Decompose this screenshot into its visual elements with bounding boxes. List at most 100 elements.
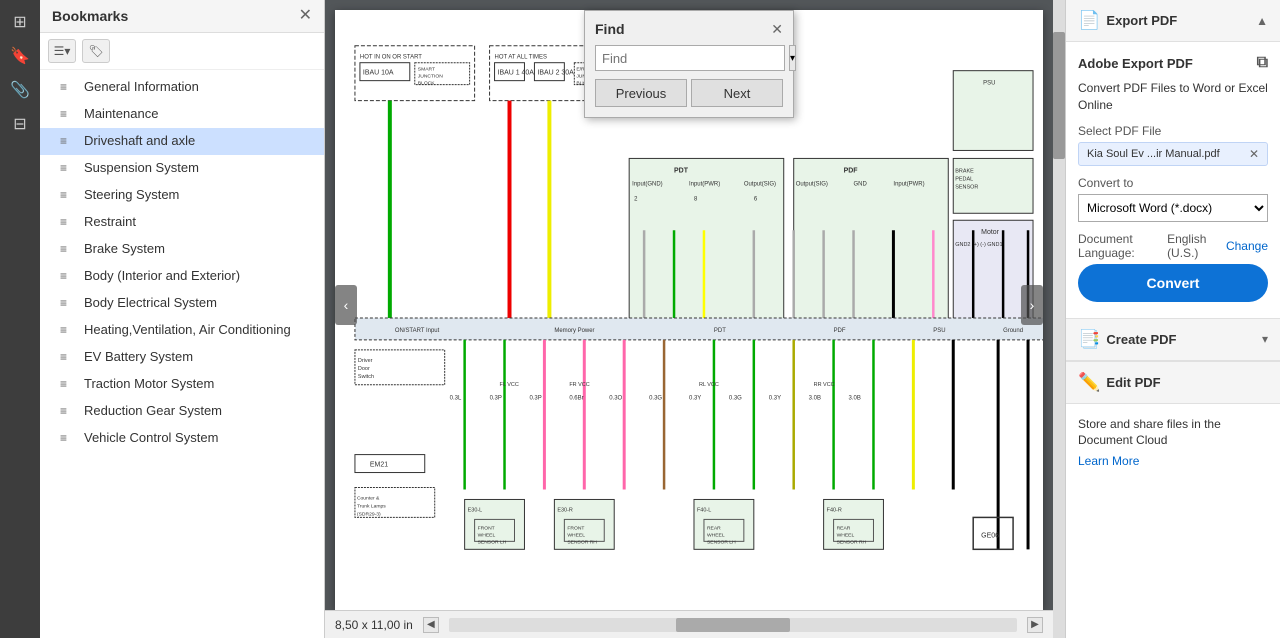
bookmark-item-icon: ≡ xyxy=(60,350,76,366)
copy-icon[interactable]: ⧉ xyxy=(1257,54,1268,72)
find-input[interactable] xyxy=(595,45,785,71)
svg-text:SENSOR: SENSOR xyxy=(955,184,978,190)
bookmarks-toolbar: ☰▾ 🏷 xyxy=(40,33,324,70)
bookmark-item-label: Body (Interior and Exterior) xyxy=(84,268,240,285)
svg-text:Input(GND): Input(GND) xyxy=(632,181,663,187)
export-pdf-header[interactable]: 📄 Export PDF ▲ xyxy=(1066,0,1280,42)
svg-text:0.3G: 0.3G xyxy=(649,396,662,402)
export-pdf-chevron: ▲ xyxy=(1256,14,1268,28)
bookmark-item[interactable]: ≡Driveshaft and axle xyxy=(40,128,324,155)
scroll-right-button[interactable]: ▶ xyxy=(1027,617,1043,633)
svg-text:REAR: REAR xyxy=(707,525,721,531)
vertical-scrollbar-thumb xyxy=(1053,32,1065,160)
bookmark-item-label: Vehicle Control System xyxy=(84,430,218,447)
svg-text:SENSOR LH: SENSOR LH xyxy=(707,539,736,545)
svg-text:Input(PWR): Input(PWR) xyxy=(893,181,924,187)
svg-text:IBAU 2 30A: IBAU 2 30A xyxy=(537,70,574,77)
svg-text:RL VCC: RL VCC xyxy=(699,382,719,388)
svg-text:PDT: PDT xyxy=(714,328,726,334)
bookmark-item-label: Maintenance xyxy=(84,106,158,123)
svg-text:SMART: SMART xyxy=(418,67,435,73)
change-language-link[interactable]: Change xyxy=(1226,239,1268,253)
create-pdf-icon: 📑 xyxy=(1078,329,1100,350)
svg-text:Driver: Driver xyxy=(358,358,373,364)
svg-text:PSU: PSU xyxy=(933,328,945,334)
page-size-label: 8,50 x 11,00 in xyxy=(335,618,413,632)
find-next-button[interactable]: Next xyxy=(691,79,783,107)
svg-text:Door: Door xyxy=(358,366,370,372)
svg-text:0.3Y: 0.3Y xyxy=(689,396,701,402)
convert-to-label: Convert to xyxy=(1078,176,1268,190)
cloud-section: Store and share files in the Document Cl… xyxy=(1066,404,1280,482)
svg-text:IBAU 1 40A: IBAU 1 40A xyxy=(498,70,535,77)
svg-text:HOT AT ALL TIMES: HOT AT ALL TIMES xyxy=(495,55,547,61)
bookmark-item-label: Heating,Ventilation, Air Conditioning xyxy=(84,322,291,339)
bookmark-item-label: Restraint xyxy=(84,214,136,231)
bookmark-item-icon: ≡ xyxy=(60,134,76,150)
bookmark-item[interactable]: ≡Restraint xyxy=(40,209,324,236)
scroll-left-button[interactable]: ◀ xyxy=(423,617,439,633)
pdf-content-area: Find ✕ ▾ Previous Next HOT IN ON OR S xyxy=(325,0,1053,610)
svg-text:WHEEL: WHEEL xyxy=(567,532,585,538)
bookmarks-title: Bookmarks xyxy=(52,8,128,24)
svg-text:Output(SIG): Output(SIG) xyxy=(744,181,776,187)
remove-file-button[interactable]: ✕ xyxy=(1249,147,1259,161)
bookmark-item[interactable]: ≡Body Electrical System xyxy=(40,290,324,317)
bookmarks-icon[interactable]: 🔖 xyxy=(6,42,34,70)
attachments-icon[interactable]: 📎 xyxy=(6,76,34,104)
svg-text:Memory Power: Memory Power xyxy=(554,328,594,334)
bookmark-item[interactable]: ≡Reduction Gear System xyxy=(40,398,324,425)
svg-text:BRAKE: BRAKE xyxy=(955,168,974,174)
layers-icon[interactable]: ⊟ xyxy=(6,110,34,138)
bookmark-item[interactable]: ≡General Information xyxy=(40,74,324,101)
close-bookmarks-button[interactable]: ✕ xyxy=(299,8,312,24)
bookmark-item-icon: ≡ xyxy=(60,242,76,258)
bookmark-item[interactable]: ≡Brake System xyxy=(40,236,324,263)
svg-text:0.3P: 0.3P xyxy=(490,396,502,402)
vertical-scrollbar[interactable] xyxy=(1053,0,1065,638)
export-pdf-section: 📄 Export PDF ▲ Adobe Export PDF ⧉ Conver… xyxy=(1066,0,1280,319)
bookmark-item-label: Traction Motor System xyxy=(84,376,214,393)
find-previous-button[interactable]: Previous xyxy=(595,79,687,107)
bookmark-item[interactable]: ≡Steering System xyxy=(40,182,324,209)
bookmark-item-label: Body Electrical System xyxy=(84,295,217,312)
bookmark-item[interactable]: ≡ Body (Interior and Exterior) xyxy=(40,263,324,290)
horizontal-scrollbar[interactable] xyxy=(449,618,1017,632)
pages-icon[interactable]: ⊞ xyxy=(6,8,34,36)
find-close-button[interactable]: ✕ xyxy=(771,22,783,36)
pdf-next-page-arrow[interactable]: › xyxy=(1021,285,1043,325)
learn-more-link[interactable]: Learn More xyxy=(1078,453,1268,470)
bookmark-item-label: EV Battery System xyxy=(84,349,193,366)
svg-text:PDF: PDF xyxy=(834,328,846,334)
bookmark-item[interactable]: ≡Heating,Ventilation, Air Conditioning xyxy=(40,317,324,344)
bookmarks-header: Bookmarks ✕ xyxy=(40,0,324,33)
bookmark-item[interactable]: ≡Traction Motor System xyxy=(40,371,324,398)
svg-text:0.3P: 0.3P xyxy=(529,396,541,402)
bookmark-item[interactable]: ≡Suspension System xyxy=(40,155,324,182)
convert-button[interactable]: Convert xyxy=(1078,264,1268,302)
edit-pdf-header[interactable]: ✏️ Edit PDF xyxy=(1066,362,1280,403)
find-input-row: ▾ xyxy=(595,45,783,71)
bookmark-item[interactable]: ≡ EV Battery System xyxy=(40,344,324,371)
bookmark-item-label: General Information xyxy=(84,79,199,96)
pdf-prev-page-arrow[interactable]: ‹ xyxy=(335,285,357,325)
bookmark-item-icon: ≡ xyxy=(60,188,76,204)
svg-text:(SDR29-3): (SDR29-3) xyxy=(357,511,381,517)
find-dialog: Find ✕ ▾ Previous Next xyxy=(584,10,794,118)
bookmark-item-icon: ≡ xyxy=(60,269,76,285)
bookmark-item[interactable]: ≡Vehicle Control System xyxy=(40,425,324,452)
find-dropdown-button[interactable]: ▾ xyxy=(789,45,796,71)
select-pdf-label: Select PDF File xyxy=(1078,124,1268,138)
export-pdf-title: 📄 Export PDF xyxy=(1078,10,1177,31)
bookmarks-list-btn[interactable]: ☰▾ xyxy=(48,39,76,63)
convert-format-select[interactable]: Microsoft Word (*.docx)Microsoft Excel (… xyxy=(1078,194,1268,222)
export-pdf-body: Adobe Export PDF ⧉ Convert PDF Files to … xyxy=(1066,42,1280,318)
bookmark-item-icon: ≡ xyxy=(60,404,76,420)
svg-text:Ground: Ground xyxy=(1003,328,1023,334)
svg-text:HOT IN ON OR START: HOT IN ON OR START xyxy=(360,55,422,61)
bookmarks-tag-btn[interactable]: 🏷 xyxy=(82,39,110,63)
svg-text:IBAU 10A: IBAU 10A xyxy=(363,70,394,77)
bookmark-item-icon: ≡ xyxy=(60,161,76,177)
create-pdf-header[interactable]: 📑 Create PDF ▾ xyxy=(1066,319,1280,361)
bookmark-item[interactable]: ≡Maintenance xyxy=(40,101,324,128)
